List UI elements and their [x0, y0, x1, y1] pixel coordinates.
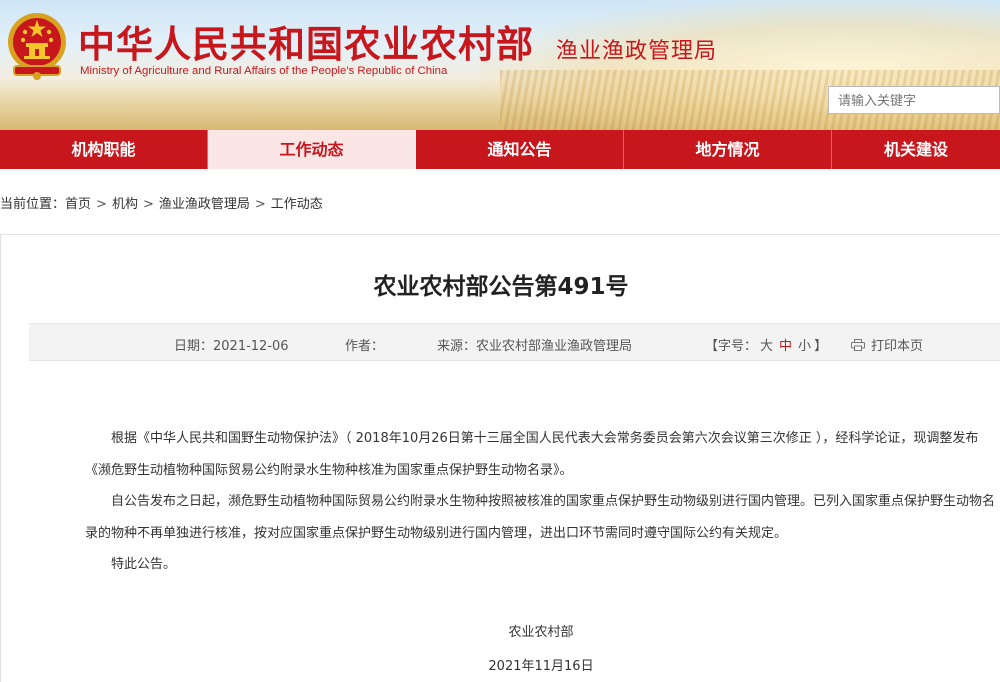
breadcrumb-organization[interactable]: 机构 — [112, 193, 138, 212]
date-value: 2021-12-06 — [213, 339, 289, 354]
article-paragraph: 特此公告。 — [111, 557, 177, 572]
font-size-control: 【字号：大中小】 — [705, 335, 827, 354]
breadcrumb-separator: > — [96, 197, 107, 212]
breadcrumb-home[interactable]: 首页 — [65, 193, 91, 212]
article-paragraph: 根据《中华人民共和国野生动物保护法》（ 2018年10月26日第十三届全国人民代… — [85, 431, 979, 478]
font-size-close: 】 — [814, 339, 828, 354]
article-title: 农业农村部公告第491号 — [373, 274, 629, 300]
national-emblem-icon — [8, 13, 66, 80]
signature-date: 2021年11月16日 — [488, 659, 594, 674]
header-banner: 中华人民共和国农业农村部 Ministry of Agriculture and… — [0, 0, 1000, 130]
main-nav: 机构职能 工作动态 通知公告 地方情况 机关建设 — [0, 130, 1000, 169]
nav-item-organization[interactable]: 机构职能 — [0, 130, 208, 169]
article-paragraph: 自公告发布之日起，濒危野生动植物种国际贸易公约附录水生物种按照被核准的国家重点保… — [85, 494, 996, 541]
breadcrumb-prefix: 当前位置： — [0, 197, 66, 212]
meta-author: 作者： — [345, 335, 384, 354]
meta-date: 日期：2021-12-06 — [174, 335, 289, 354]
date-label: 日期： — [174, 339, 214, 354]
nav-item-notices[interactable]: 通知公告 — [416, 130, 624, 169]
article-body: 根据《中华人民共和国野生动物保护法》（ 2018年10月26日第十三届全国人民代… — [85, 423, 997, 581]
department-title: 渔业渔政管理局 — [556, 39, 718, 64]
nav-item-work-news[interactable]: 工作动态 — [208, 130, 416, 169]
search-input[interactable] — [828, 86, 1000, 114]
author-label: 作者： — [345, 339, 385, 354]
article-meta: 日期：2021-12-06 作者： 来源：农业农村部渔业渔政管理局 【字号：大中… — [29, 323, 1000, 361]
print-button[interactable]: 打印本页 — [851, 335, 923, 354]
breadcrumb-separator: > — [142, 197, 154, 212]
font-size-small[interactable]: 小 — [798, 339, 811, 354]
meta-source: 来源：农业农村部渔业渔政管理局 — [437, 335, 632, 354]
source-label: 来源： — [437, 339, 477, 354]
signature-org: 农业农村部 — [508, 625, 574, 640]
printer-icon — [851, 339, 865, 351]
breadcrumb-separator: > — [254, 197, 266, 212]
source-value: 农业农村部渔业渔政管理局 — [476, 339, 633, 354]
nav-item-party-building[interactable]: 机关建设 — [832, 130, 1000, 169]
nav-item-local[interactable]: 地方情况 — [624, 130, 832, 169]
font-size-medium[interactable]: 中 — [779, 339, 792, 354]
breadcrumb-department[interactable]: 渔业渔政管理局 — [159, 193, 250, 212]
site-title: 中华人民共和国农业农村部 — [78, 22, 534, 66]
site-subtitle: Ministry of Agriculture and Rural Affair… — [80, 65, 448, 77]
font-size-open: 【字号： — [705, 339, 758, 354]
article: 农业农村部公告第491号 日期：2021-12-06 作者： 来源：农业农村部渔… — [0, 234, 1000, 682]
font-size-large[interactable]: 大 — [760, 339, 773, 354]
print-label: 打印本页 — [871, 339, 924, 354]
breadcrumb-current[interactable]: 工作动态 — [271, 193, 323, 212]
breadcrumb: 当前位置：首页 > 机构 > 渔业渔政管理局 > 工作动态 — [0, 193, 323, 212]
